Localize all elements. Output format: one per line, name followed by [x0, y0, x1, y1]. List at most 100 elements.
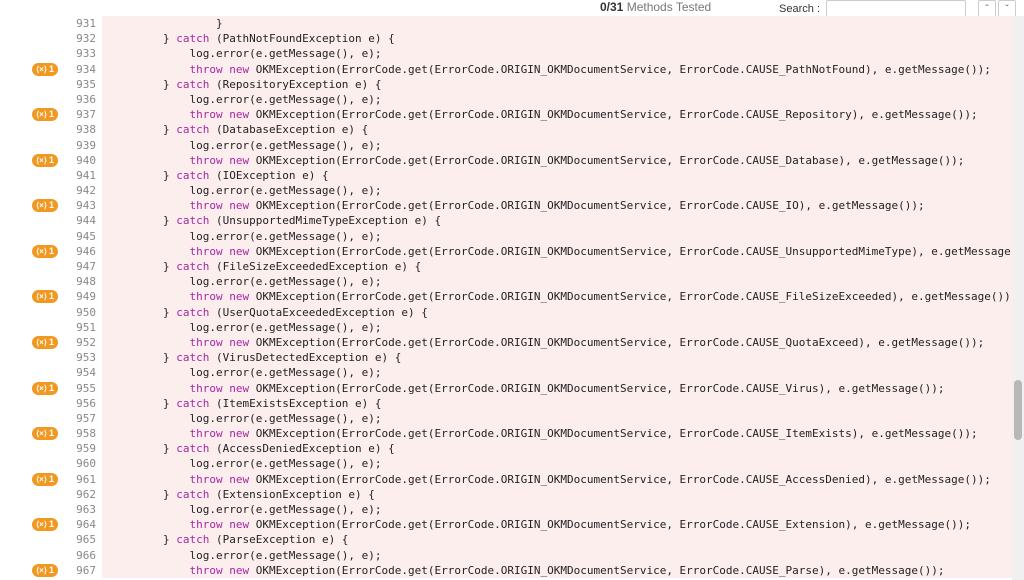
- gutter-row: [0, 92, 62, 107]
- mutation-gutter: ⟨×⟩1⟨×⟩1⟨×⟩1⟨×⟩1⟨×⟩1⟨×⟩1⟨×⟩1⟨×⟩1⟨×⟩1⟨×⟩1…: [0, 16, 62, 580]
- code-line: 942 log.error(e.getMessage(), e);: [62, 183, 1012, 198]
- methods-tested-count: 0/31: [600, 0, 623, 14]
- gutter-row: ⟨×⟩1: [0, 426, 62, 441]
- mutation-badge[interactable]: ⟨×⟩1: [32, 63, 58, 76]
- line-number: 945: [62, 229, 102, 244]
- code-line: 952 throw new OKMException(ErrorCode.get…: [62, 335, 1012, 350]
- source-post: OKMException(ErrorCode.get(ErrorCode.ORI…: [249, 245, 1012, 258]
- mutation-icon: ⟨×⟩: [36, 199, 47, 212]
- source-pre: }: [110, 488, 176, 501]
- code-viewer[interactable]: 931 }932 } catch (PathNotFoundException …: [62, 16, 1012, 580]
- code-line: 947 } catch (FileSizeExceededException e…: [62, 259, 1012, 274]
- mutation-icon: ⟨×⟩: [36, 108, 47, 121]
- code-line: 937 throw new OKMException(ErrorCode.get…: [62, 107, 1012, 122]
- source-pre: log.error(e.getMessage(), e);: [110, 139, 382, 152]
- keyword: catch: [176, 533, 209, 546]
- gutter-row: [0, 548, 62, 563]
- chevron-up-icon: ˆ: [985, 4, 988, 15]
- source-pre: log.error(e.getMessage(), e);: [110, 549, 382, 562]
- mutation-badge[interactable]: ⟨×⟩1: [32, 290, 58, 303]
- gutter-row: ⟨×⟩1: [0, 381, 62, 396]
- line-number: 940: [62, 153, 102, 168]
- source-text: } catch (IOException e) {: [102, 168, 329, 183]
- keyword: throw new: [189, 518, 249, 531]
- line-number: 962: [62, 487, 102, 502]
- source-pre: }: [110, 306, 176, 319]
- source-text: } catch (PathNotFoundException e) {: [102, 31, 395, 46]
- keyword: catch: [176, 260, 209, 273]
- source-pre: [110, 290, 189, 303]
- line-number: 931: [62, 16, 102, 31]
- keyword: throw new: [189, 63, 249, 76]
- code-line: 955 throw new OKMException(ErrorCode.get…: [62, 381, 1012, 396]
- keyword: throw new: [189, 564, 249, 577]
- code-line: 963 log.error(e.getMessage(), e);: [62, 502, 1012, 517]
- mutation-badge[interactable]: ⟨×⟩1: [32, 154, 58, 167]
- source-pre: [110, 473, 189, 486]
- source-text: log.error(e.getMessage(), e);: [102, 502, 382, 517]
- line-number: 934: [62, 62, 102, 77]
- source-post: OKMException(ErrorCode.get(ErrorCode.ORI…: [249, 63, 991, 76]
- source-pre: [110, 518, 189, 531]
- mutation-badge[interactable]: ⟨×⟩1: [32, 245, 58, 258]
- source-post: (ExtensionException e) {: [209, 488, 375, 501]
- source-pre: log.error(e.getMessage(), e);: [110, 93, 382, 106]
- code-line: 931 }: [62, 16, 1012, 31]
- line-number: 949: [62, 289, 102, 304]
- source-post: (ItemExistsException e) {: [209, 397, 381, 410]
- mutation-badge[interactable]: ⟨×⟩1: [32, 382, 58, 395]
- mutation-badge[interactable]: ⟨×⟩1: [32, 427, 58, 440]
- line-number: 938: [62, 122, 102, 137]
- mutation-count: 1: [49, 108, 54, 121]
- code-line: 957 log.error(e.getMessage(), e);: [62, 411, 1012, 426]
- code-line: 954 log.error(e.getMessage(), e);: [62, 365, 1012, 380]
- source-text: } catch (ParseException e) {: [102, 532, 348, 547]
- mutation-count: 1: [49, 518, 54, 531]
- line-number: 943: [62, 198, 102, 213]
- mutation-count: 1: [49, 564, 54, 577]
- source-text: } catch (VirusDetectedException e) {: [102, 350, 401, 365]
- keyword: catch: [176, 169, 209, 182]
- source-pre: }: [110, 351, 176, 364]
- gutter-row: [0, 532, 62, 547]
- mutation-badge[interactable]: ⟨×⟩1: [32, 564, 58, 577]
- mutation-badge[interactable]: ⟨×⟩1: [32, 199, 58, 212]
- code-line: 946 throw new OKMException(ErrorCode.get…: [62, 244, 1012, 259]
- line-number: 956: [62, 396, 102, 411]
- vertical-scrollbar[interactable]: [1012, 16, 1024, 580]
- code-line: 960 log.error(e.getMessage(), e);: [62, 456, 1012, 471]
- source-text: log.error(e.getMessage(), e);: [102, 138, 382, 153]
- source-text: }: [102, 16, 223, 31]
- gutter-row: [0, 305, 62, 320]
- source-text: log.error(e.getMessage(), e);: [102, 274, 382, 289]
- source-text: } catch (UnsupportedMimeTypeException e)…: [102, 213, 441, 228]
- source-pre: }: [110, 169, 176, 182]
- keyword: catch: [176, 306, 209, 319]
- mutation-icon: ⟨×⟩: [36, 382, 47, 395]
- gutter-row: ⟨×⟩1: [0, 62, 62, 77]
- keyword: throw new: [189, 154, 249, 167]
- gutter-row: [0, 350, 62, 365]
- keyword: throw new: [189, 473, 249, 486]
- source-pre: [110, 108, 189, 121]
- mutation-badge[interactable]: ⟨×⟩1: [32, 518, 58, 531]
- source-text: } catch (ExtensionException e) {: [102, 487, 375, 502]
- gutter-row: [0, 487, 62, 502]
- gutter-row: [0, 259, 62, 274]
- line-number: 964: [62, 517, 102, 532]
- code-line: 961 throw new OKMException(ErrorCode.get…: [62, 472, 1012, 487]
- mutation-badge[interactable]: ⟨×⟩1: [32, 336, 58, 349]
- line-number: 935: [62, 77, 102, 92]
- mutation-badge[interactable]: ⟨×⟩1: [32, 473, 58, 486]
- mutation-badge[interactable]: ⟨×⟩1: [32, 108, 58, 121]
- line-number: 932: [62, 31, 102, 46]
- line-number: 961: [62, 472, 102, 487]
- source-pre: [110, 382, 189, 395]
- code-line: 964 throw new OKMException(ErrorCode.get…: [62, 517, 1012, 532]
- line-number: 950: [62, 305, 102, 320]
- source-text: } catch (FileSizeExceededException e) {: [102, 259, 421, 274]
- source-post: OKMException(ErrorCode.get(ErrorCode.ORI…: [249, 427, 977, 440]
- line-number: 936: [62, 92, 102, 107]
- scrollbar-thumb[interactable]: [1014, 380, 1022, 440]
- source-post: OKMException(ErrorCode.get(ErrorCode.ORI…: [249, 154, 964, 167]
